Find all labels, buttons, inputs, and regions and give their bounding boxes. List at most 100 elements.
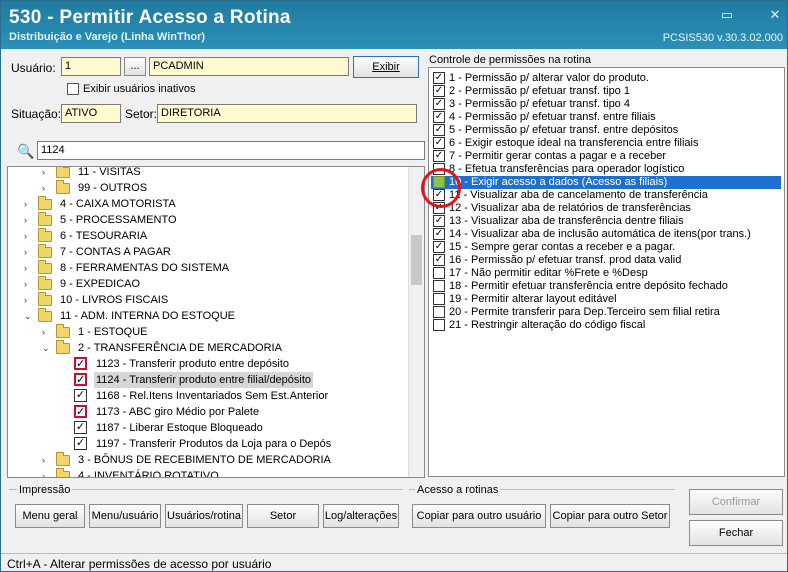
permission-label: 21 - Restringir alteração do código fisc… <box>449 319 646 331</box>
permission-item[interactable]: ✓ 15 - Sempre gerar contas a receber e a … <box>431 241 781 254</box>
permission-item[interactable]: ✓ 3 - Permissão p/ efetuar transf. tipo 4 <box>431 98 781 111</box>
permission-item[interactable]: 21 - Restringir alteração do código fisc… <box>431 319 781 332</box>
chevron-right-icon[interactable]: › <box>42 180 45 196</box>
setor-label: Setor: <box>125 107 158 121</box>
permission-checkbox[interactable] <box>433 280 445 292</box>
chevron-right-icon[interactable]: › <box>24 276 27 292</box>
tree-item-label: 1168 - Rel.Itens Inventariados Sem Est.A… <box>96 390 329 402</box>
tree-item[interactable]: ⌄ 11 - ADM. INTERNA DO ESTOQUE <box>8 308 408 324</box>
permission-checkbox[interactable]: ✓ <box>433 215 445 227</box>
permission-checkbox[interactable]: ✓ <box>433 150 445 162</box>
tree-item[interactable]: ✓ 1173 - ABC giro Médio por Palete <box>8 404 408 420</box>
usuario-lookup-button[interactable]: ... <box>124 57 146 76</box>
chevron-right-icon[interactable]: › <box>24 260 27 276</box>
permission-checkbox[interactable]: ✓ <box>433 254 445 266</box>
permission-item[interactable]: ✓ 4 - Permissão p/ efetuar transf. entre … <box>431 111 781 124</box>
permission-checkbox[interactable]: ✓ <box>433 72 445 84</box>
permission-item[interactable]: 19 - Permitir alterar layout editável <box>431 293 781 306</box>
routine-checkbox[interactable]: ✓ <box>74 389 87 402</box>
chevron-right-icon[interactable]: › <box>24 212 27 228</box>
permission-item[interactable]: 20 - Permite transferir para Dep.Terceir… <box>431 306 781 319</box>
usuario-code-input[interactable]: 1 <box>61 57 121 76</box>
permission-item[interactable]: ✓ 13 - Visualizar aba de transferência de… <box>431 215 781 228</box>
permission-checkbox[interactable]: ✓ <box>433 111 445 123</box>
permission-item[interactable]: ✓ 12 - Visualizar aba de relatórios de tr… <box>431 202 781 215</box>
permission-item[interactable]: 17 - Não permitir editar %Frete e %Desp <box>431 267 781 280</box>
search-input[interactable]: 1124 <box>37 141 425 160</box>
copiar-setor-button[interactable]: Copiar para outro Setor <box>550 504 670 528</box>
tree-item[interactable]: › 6 - TESOURARIA <box>8 228 408 244</box>
tree-item[interactable]: › 5 - PROCESSAMENTO <box>8 212 408 228</box>
chevron-right-icon[interactable]: › <box>24 228 27 244</box>
confirmar-button[interactable]: Confirmar <box>689 489 783 515</box>
permission-item[interactable]: ✓ 16 - Permissão p/ efetuar transf. prod … <box>431 254 781 267</box>
permission-checkbox[interactable] <box>433 293 445 305</box>
permission-item[interactable]: ✓ 2 - Permissão p/ efetuar transf. tipo 1 <box>431 85 781 98</box>
permission-item[interactable]: ✓ 6 - Exigir estoque ideal na transferenc… <box>431 137 781 150</box>
chevron-right-icon[interactable]: › <box>42 324 45 340</box>
usuarios-rotina-button[interactable]: Usuários/rotina <box>165 504 243 528</box>
chevron-down-icon[interactable]: ⌄ <box>24 308 32 324</box>
chevron-right-icon[interactable]: › <box>42 468 45 477</box>
permission-checkbox[interactable]: ✓ <box>433 98 445 110</box>
tree-item-label: 1 - ESTOQUE <box>78 326 148 338</box>
tree-item[interactable]: ⌄ 2 - TRANSFERÊNCIA DE MERCADORIA <box>8 340 408 356</box>
permission-checkbox[interactable] <box>433 319 445 331</box>
tree-item[interactable]: ✓ 1197 - Transferir Produtos da Loja para… <box>8 436 408 452</box>
chevron-right-icon[interactable]: › <box>42 167 45 180</box>
tree-item[interactable]: ✓ 1168 - Rel.Itens Inventariados Sem Est.… <box>8 388 408 404</box>
minimize-icon[interactable]: ▭ <box>717 7 737 23</box>
tree-item[interactable]: › 4 - CAIXA MOTORISTA <box>8 196 408 212</box>
exibir-button[interactable]: Exibir <box>353 56 419 78</box>
tree-item[interactable]: › 4 - INVENTÁRIO ROTATIVO <box>8 468 408 477</box>
tree-scrollbar[interactable] <box>408 167 424 477</box>
menu-usuario-button[interactable]: Menu/usuário <box>89 504 161 528</box>
tree-item[interactable]: › 99 - OUTROS <box>8 180 408 196</box>
setor-button[interactable]: Setor <box>247 504 319 528</box>
routine-checkbox[interactable]: ✓ <box>74 405 87 418</box>
permission-item[interactable]: 18 - Permitir efetuar transferência entr… <box>431 280 781 293</box>
permission-item[interactable]: ✓ 7 - Permitir gerar contas a pagar e a r… <box>431 150 781 163</box>
permission-item[interactable]: ✓ 11 - Visualizar aba de cancelamento de … <box>431 189 781 202</box>
chevron-right-icon[interactable]: › <box>24 292 27 308</box>
routine-checkbox[interactable]: ✓ <box>74 373 87 386</box>
permission-checkbox[interactable]: ✓ <box>433 137 445 149</box>
routine-checkbox[interactable]: ✓ <box>74 421 87 434</box>
chevron-right-icon[interactable]: › <box>24 196 27 212</box>
permission-item[interactable]: 8 - Efetua transferências para operador … <box>431 163 781 176</box>
tree-item[interactable]: › 10 - LIVROS FISCAIS <box>8 292 408 308</box>
tree-item-label: 1173 - ABC giro Médio por Palete <box>96 406 260 418</box>
chevron-right-icon[interactable]: › <box>24 244 27 260</box>
routine-checkbox[interactable]: ✓ <box>74 357 87 370</box>
tree-item[interactable]: › 9 - EXPEDICAO <box>8 276 408 292</box>
tree-item[interactable]: › 3 - BÔNUS DE RECEBIMENTO DE MERCADORIA <box>8 452 408 468</box>
exibir-inativos-checkbox[interactable] <box>67 83 79 95</box>
tree-item[interactable]: › 1 - ESTOQUE <box>8 324 408 340</box>
permission-checkbox[interactable] <box>433 267 445 279</box>
chevron-right-icon[interactable]: › <box>42 452 45 468</box>
tree-item[interactable]: › 7 - CONTAS A PAGAR <box>8 244 408 260</box>
tree-item[interactable]: ✓ 1187 - Liberar Estoque Bloqueado <box>8 420 408 436</box>
permission-checkbox[interactable]: ✓ <box>433 241 445 253</box>
tree-item[interactable]: › 8 - FERRAMENTAS DO SISTEMA <box>8 260 408 276</box>
scroll-thumb[interactable] <box>411 235 422 285</box>
permission-checkbox[interactable]: ✓ <box>433 124 445 136</box>
permission-checkbox[interactable]: ✓ <box>433 85 445 97</box>
permission-item[interactable]: ✓ 14 - Visualizar aba de inclusão automát… <box>431 228 781 241</box>
log-alteracoes-button[interactable]: Log/alterações <box>323 504 399 528</box>
tree-item[interactable]: › 11 - VISITAS <box>8 167 408 180</box>
permission-item[interactable]: ✓ 5 - Permissão p/ efetuar transf. entre … <box>431 124 781 137</box>
tree-item[interactable]: ✓ 1124 - Transferir produto entre filial/… <box>8 372 408 388</box>
fechar-button[interactable]: Fechar <box>689 520 783 546</box>
permission-item[interactable]: ✓ 1 - Permissão p/ alterar valor do produ… <box>431 72 781 85</box>
close-icon[interactable]: ✕ <box>765 7 785 23</box>
tree-item[interactable]: ✓ 1123 - Transferir produto entre depósit… <box>8 356 408 372</box>
menu-geral-button[interactable]: Menu geral <box>15 504 85 528</box>
copiar-usuario-button[interactable]: Copiar para outro usuário <box>412 504 546 528</box>
situacao-field: ATIVO <box>61 104 121 123</box>
permission-item[interactable]: 10 - Exigir acesso a dados (Acesso as fi… <box>431 176 781 189</box>
chevron-down-icon[interactable]: ⌄ <box>42 340 50 356</box>
routine-checkbox[interactable]: ✓ <box>74 437 87 450</box>
permission-checkbox[interactable]: ✓ <box>433 228 445 240</box>
permission-checkbox[interactable] <box>433 306 445 318</box>
